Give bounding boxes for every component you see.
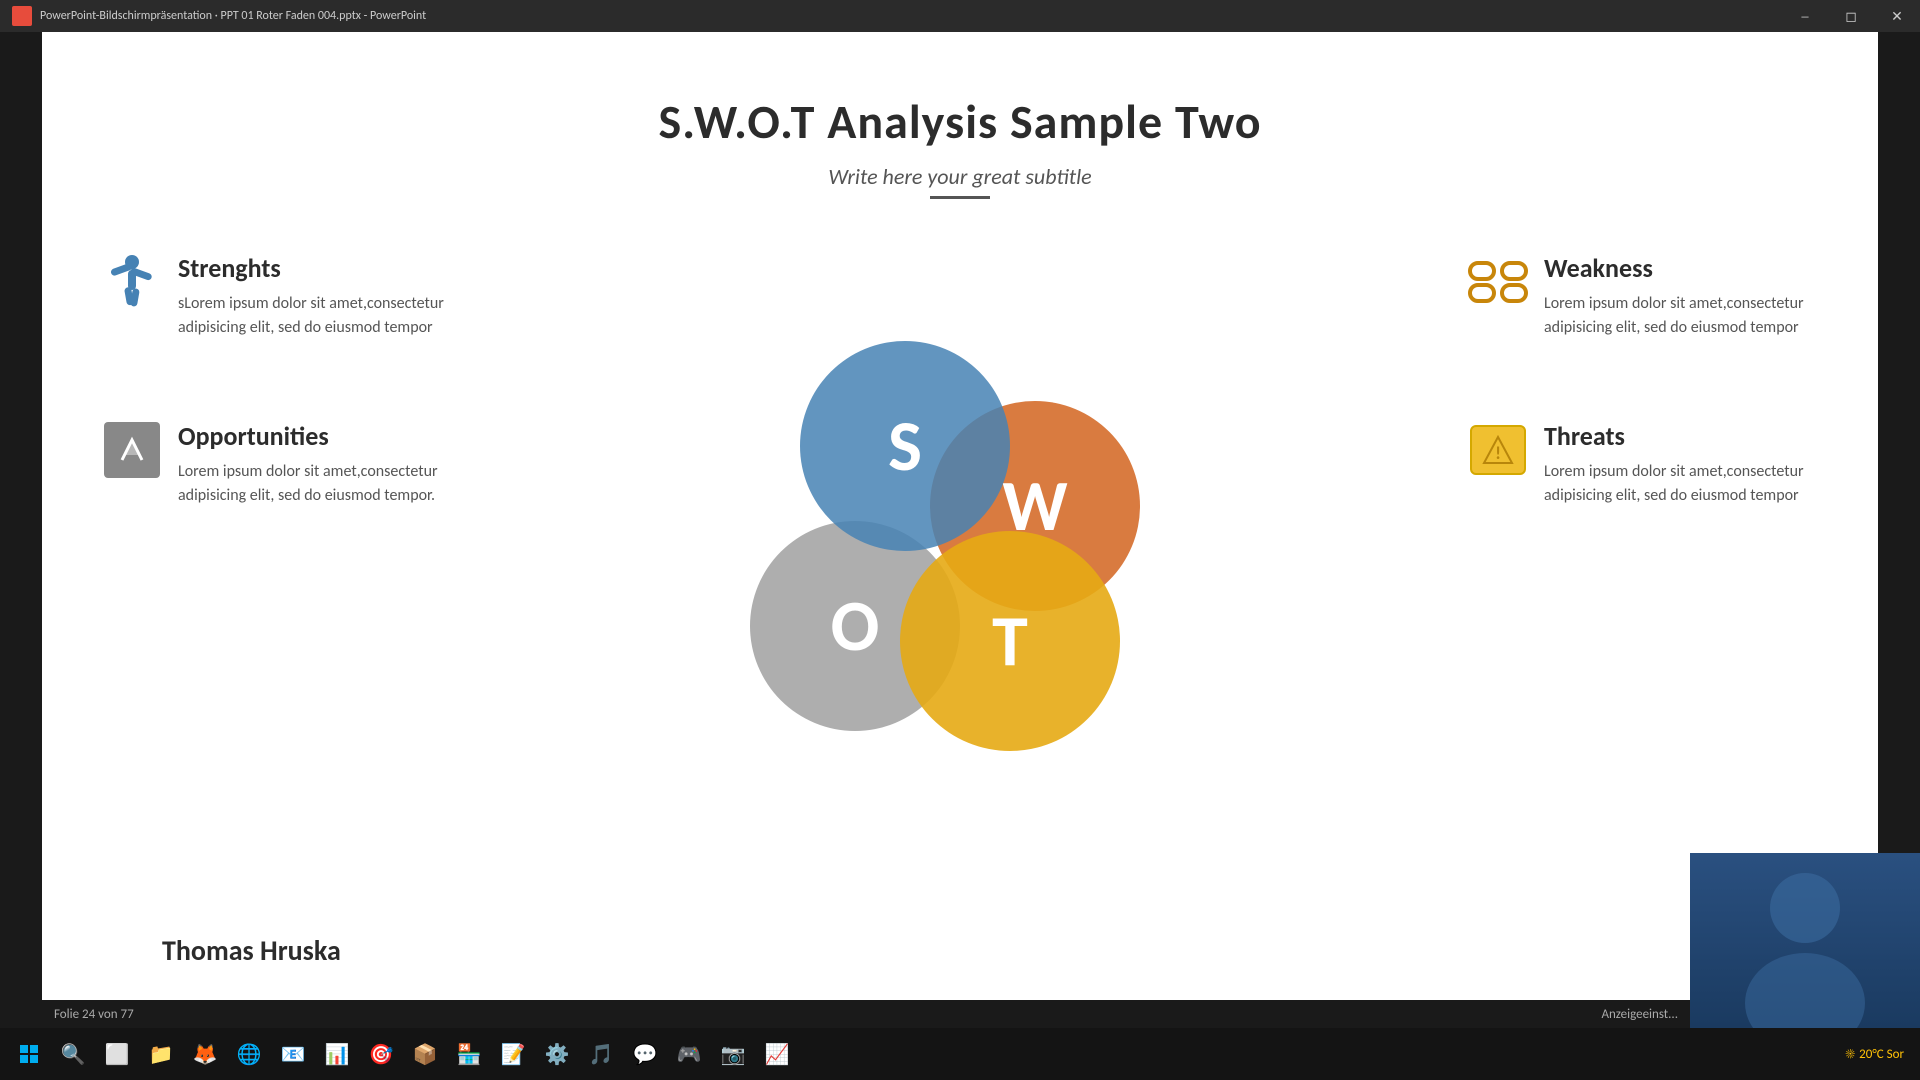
circle-s: S [800,341,1010,551]
weakness-label: Weakness [1544,252,1818,284]
chrome-icon[interactable]: 🌐 [228,1033,270,1075]
strength-icon [102,252,162,312]
weakness-icon [1468,252,1528,312]
outlook-icon[interactable]: 📧 [272,1033,314,1075]
subtitle-underline [930,196,990,199]
slide-subtitle: Write here your great subtitle [42,163,1878,190]
slide-header: S.W.O.T Analysis Sample Two Write here y… [42,32,1878,199]
threats-panel: ! Threats Lorem ipsum dolor sit amet,con… [1468,420,1818,508]
slide-content: S.W.O.T Analysis Sample Two Write here y… [42,32,1878,1028]
threat-icon-box: ! [1470,425,1526,475]
status-bar: Folie 24 von 77 Anzeigeeinst... [42,1000,1690,1028]
strengths-text: Strenghts sLorem ipsum dolor sit amet,co… [178,252,452,340]
app-icon-8[interactable]: 💬 [624,1033,666,1075]
threats-body: Lorem ipsum dolor sit amet,consectetur a… [1544,460,1818,508]
app-icon [12,6,32,26]
threat-icon: ! [1468,420,1528,480]
opportunity-icon-box [104,422,160,478]
opportunity-icon [102,420,162,480]
app-icon-6[interactable]: ⚙️ [536,1033,578,1075]
title-bar: PowerPoint-Bildschirmpräsentation · PPT … [0,0,1920,32]
start-button[interactable] [8,1033,50,1075]
display-info: Anzeigeeinst... [1601,1007,1678,1022]
search-button[interactable]: 🔍 [52,1033,94,1075]
threats-text: Threats Lorem ipsum dolor sit amet,conse… [1544,420,1818,508]
close-button[interactable]: ✕ [1874,0,1920,32]
slide-info: Folie 24 von 77 [54,1007,134,1022]
files-icon[interactable]: 📁 [140,1033,182,1075]
app-icon-2[interactable]: 🎯 [360,1033,402,1075]
weather-display: ☀ 20°C Sor [1846,1047,1904,1062]
slide-area: S.W.O.T Analysis Sample Two Write here y… [42,32,1878,1028]
strengths-label: Strenghts [178,252,452,284]
window-controls: ─ ◻ ✕ [1782,0,1920,32]
circle-t-label: T [992,597,1028,685]
app-icon-5[interactable]: 📝 [492,1033,534,1075]
title-bar-text: PowerPoint-Bildschirmpräsentation · PPT … [40,9,426,23]
opportunities-panel: Opportunities Lorem ipsum dolor sit amet… [102,420,452,508]
powerpoint-icon[interactable]: 📊 [316,1033,358,1075]
maximize-button[interactable]: ◻ [1828,0,1874,32]
weakness-panel: Weakness Lorem ipsum dolor sit amet,cons… [1468,252,1818,340]
taskbar-right: ☀ 20°C Sor [1846,1047,1912,1062]
svg-text:!: ! [1495,442,1501,464]
weakness-text: Weakness Lorem ipsum dolor sit amet,cons… [1544,252,1818,340]
weather-text: 20°C Sor [1859,1047,1904,1062]
opportunities-body: Lorem ipsum dolor sit amet,consectetur a… [178,460,452,508]
opportunities-text: Opportunities Lorem ipsum dolor sit amet… [178,420,452,508]
app-icon-3[interactable]: 📦 [404,1033,446,1075]
slide-title: S.W.O.T Analysis Sample Two [42,92,1878,151]
task-view-button[interactable]: ⬜ [96,1033,138,1075]
app-icon-7[interactable]: 🎵 [580,1033,622,1075]
strengths-body: sLorem ipsum dolor sit amet,consectetur … [178,292,452,340]
circle-t: T [900,531,1120,751]
firefox-icon[interactable]: 🦊 [184,1033,226,1075]
venn-diagram: S W O T [750,341,1170,761]
slide-author: Thomas Hruska [162,933,341,968]
webcam-person [1690,853,1920,1028]
webcam-overlay [1690,853,1920,1028]
circle-o-label: O [831,582,880,670]
app-icon-10[interactable]: 📷 [712,1033,754,1075]
venn-container: S W O T [750,341,1170,761]
minimize-button[interactable]: ─ [1782,0,1828,32]
weakness-body: Lorem ipsum dolor sit amet,consectetur a… [1544,292,1818,340]
strengths-panel: Strenghts sLorem ipsum dolor sit amet,co… [102,252,452,340]
excel-icon[interactable]: 📈 [756,1033,798,1075]
app-icon-4[interactable]: 🏪 [448,1033,490,1075]
app-icon-9[interactable]: 🎮 [668,1033,710,1075]
taskbar: 🔍 ⬜ 📁 🦊 🌐 📧 📊 🎯 📦 🏪 📝 ⚙️ 🎵 💬 🎮 📷 📈 ☀ 20°… [0,1028,1920,1080]
opportunities-label: Opportunities [178,420,452,452]
threats-label: Threats [1544,420,1818,452]
circle-s-label: S [888,402,922,490]
left-panels: Strenghts sLorem ipsum dolor sit amet,co… [102,252,452,508]
right-panels: Weakness Lorem ipsum dolor sit amet,cons… [1468,252,1818,508]
